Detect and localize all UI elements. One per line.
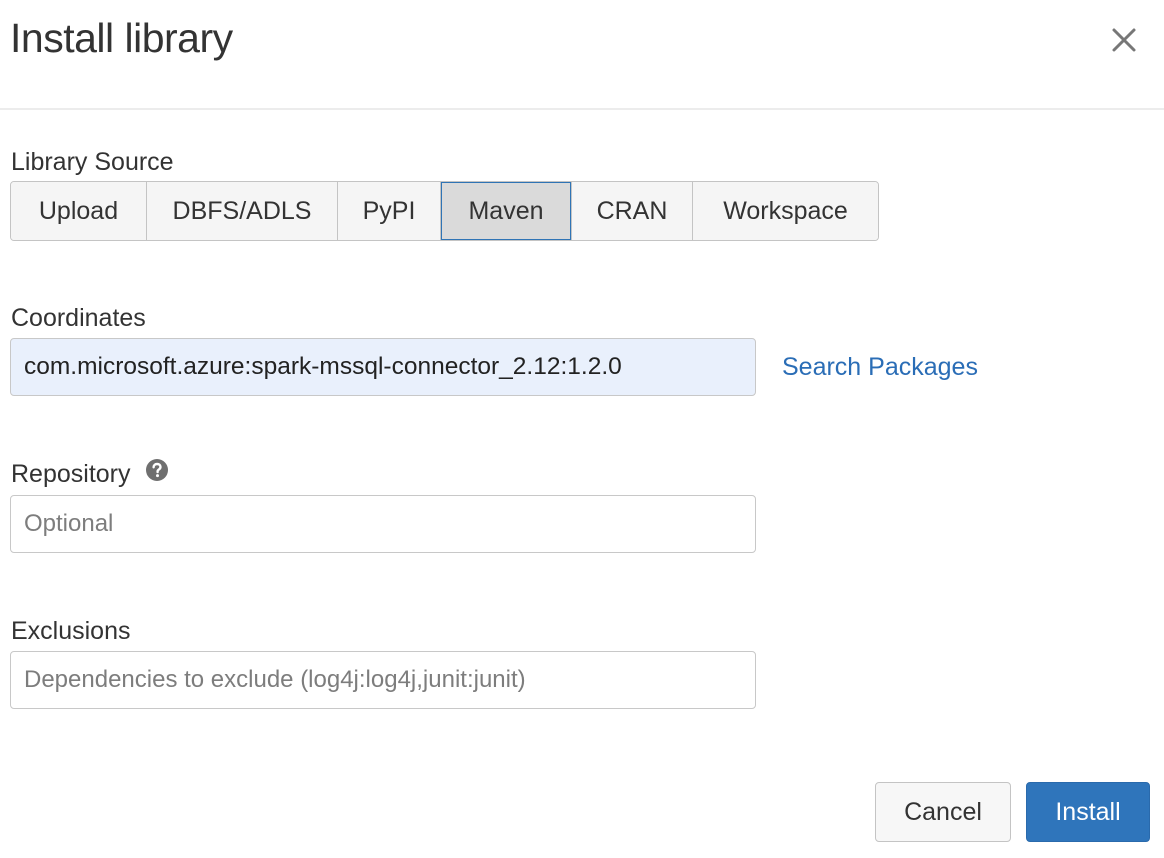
exclusions-input[interactable] [10,651,756,709]
source-option-dbfs-adls[interactable]: DBFS/ADLS [147,182,338,240]
source-option-cran[interactable]: CRAN [572,182,693,240]
library-source-selector: Upload DBFS/ADLS PyPI Maven CRAN Workspa… [10,181,879,241]
repository-input[interactable] [10,495,756,553]
cancel-button[interactable]: Cancel [875,782,1011,842]
library-source-label: Library Source [11,148,174,176]
repository-label: Repository [11,460,131,488]
repository-label-row: Repository [11,458,169,489]
source-option-workspace[interactable]: Workspace [693,182,878,240]
coordinates-label: Coordinates [11,304,146,332]
close-button[interactable] [1106,22,1142,58]
question-circle-icon[interactable] [145,458,169,489]
source-option-maven[interactable]: Maven [441,182,572,240]
dialog-header: Install library [0,0,1164,110]
close-icon [1112,28,1136,52]
dialog-title: Install library [10,15,233,61]
coordinates-input[interactable] [10,338,756,396]
source-option-pypi[interactable]: PyPI [338,182,441,240]
exclusions-label: Exclusions [11,617,131,645]
install-library-dialog: Install library Library Source Upload DB… [0,0,1164,858]
source-option-upload[interactable]: Upload [11,182,147,240]
install-button[interactable]: Install [1026,782,1150,842]
search-packages-link[interactable]: Search Packages [782,352,978,382]
